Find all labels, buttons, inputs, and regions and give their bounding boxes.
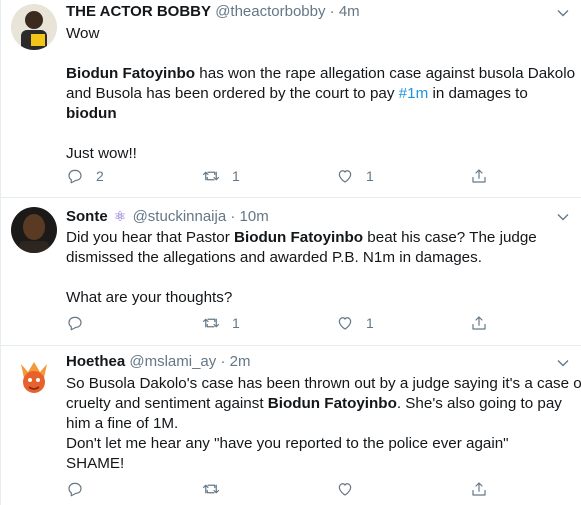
- reply-count: 2: [96, 168, 104, 184]
- bold-text: biodun: [66, 105, 117, 122]
- reply-button[interactable]: [66, 479, 96, 499]
- display-name[interactable]: Hoethea: [66, 353, 125, 370]
- avatar[interactable]: [11, 4, 57, 50]
- tweet[interactable]: THE ACTOR BOBBY @theactorbobby · 4m Wow …: [1, 0, 581, 198]
- tweet-line: [66, 124, 572, 144]
- timestamp[interactable]: 10m: [240, 208, 269, 225]
- share-icon: [472, 482, 486, 496]
- text-segment: . She's also going to pay: [396, 395, 562, 412]
- text-segment: in damages to: [428, 85, 528, 102]
- like-count: 1: [366, 168, 374, 184]
- retweet-button[interactable]: 1: [202, 313, 240, 333]
- tweet-actions: 2 1 1: [66, 166, 526, 186]
- reply-icon: [68, 482, 82, 497]
- text-segment: Did you hear that Pastor: [66, 229, 234, 246]
- separator: ·: [230, 208, 236, 225]
- bold-text: Biodun Fatoyinbo: [267, 395, 397, 412]
- tweet-line: [66, 268, 572, 288]
- tweet-line: biodun: [66, 104, 572, 124]
- display-name[interactable]: THE ACTOR BOBBY: [66, 3, 211, 20]
- tweet-text: Did you hear that Pastor Biodun Fatoyinb…: [66, 228, 572, 308]
- retweet-icon: [202, 318, 220, 328]
- share-button[interactable]: [470, 313, 488, 333]
- retweet-button[interactable]: 1: [202, 166, 240, 186]
- reply-icon: [68, 316, 82, 331]
- timestamp[interactable]: 4m: [339, 3, 360, 20]
- tweet-line: So Busola Dakolo's case has been thrown …: [66, 374, 581, 394]
- tweet-line: him a fine of 1M.: [66, 414, 572, 434]
- tweet-header: Sonte ⚛ @stuckinnaija · 10m: [66, 206, 546, 226]
- timeline: THE ACTOR BOBBY @theactorbobby · 4m Wow …: [0, 0, 581, 505]
- bold-text: Biodun Fatoyinbo: [234, 229, 364, 246]
- retweet-button[interactable]: [202, 479, 232, 499]
- separator: ·: [220, 353, 226, 370]
- tweet-line: cruelty and sentiment against Biodun Fat…: [66, 394, 572, 414]
- like-button[interactable]: 1: [336, 166, 374, 186]
- hashtag-link[interactable]: #1m: [399, 85, 429, 102]
- tweet-line: and Busola has been ordered by the court…: [66, 84, 572, 104]
- tweet-line: dismissed the allegations and awarded P.…: [66, 248, 572, 268]
- text-segment: has won the rape allegation case against…: [195, 65, 576, 82]
- bold-text: Biodun Fatoyinbo: [66, 65, 196, 82]
- display-name[interactable]: Sonte: [66, 208, 108, 225]
- tweet-actions: [66, 479, 526, 499]
- tweet-header: THE ACTOR BOBBY @theactorbobby · 4m: [66, 2, 546, 22]
- handle[interactable]: @stuckinnaija: [133, 208, 227, 225]
- tweet-line: Don't let me hear any "have you reported…: [66, 434, 572, 454]
- tweet-actions: 1 1: [66, 313, 526, 333]
- chevron-down-icon[interactable]: [556, 210, 570, 224]
- tweet-line: Biodun Fatoyinbo has won the rape allega…: [66, 64, 576, 84]
- text-segment: Wow: [66, 25, 100, 42]
- avatar[interactable]: [11, 354, 57, 400]
- text-segment: So Busola Dakolo's case has been thrown …: [66, 375, 581, 392]
- tweet-line: SHAME!: [66, 454, 572, 474]
- text-segment: cruelty and sentiment against: [66, 395, 268, 412]
- heart-icon: [338, 483, 352, 496]
- text-segment: Just wow!!: [66, 145, 137, 162]
- handle[interactable]: @theactorbobby: [215, 3, 325, 20]
- retweet-count: 1: [232, 168, 240, 184]
- tweet[interactable]: Hoethea @mslami_ay · 2m So Busola Dakolo…: [1, 346, 581, 505]
- tweet-text: So Busola Dakolo's case has been thrown …: [66, 374, 581, 474]
- heart-icon: [338, 317, 352, 330]
- tweet-line: Just wow!!: [66, 144, 572, 164]
- share-button[interactable]: [470, 166, 488, 186]
- tweet-line: What are your thoughts?: [66, 288, 572, 308]
- like-button[interactable]: [336, 479, 366, 499]
- separator: ·: [329, 3, 335, 20]
- share-icon: [472, 316, 486, 330]
- like-count: 1: [366, 315, 374, 331]
- reply-icon: [68, 169, 82, 184]
- timestamp[interactable]: 2m: [230, 353, 251, 370]
- tweet-line: Wow: [66, 24, 572, 44]
- text-segment: dismissed the allegations and awarded P.…: [66, 249, 482, 266]
- text-segment: SHAME!: [66, 455, 125, 472]
- retweet-icon: [202, 171, 220, 181]
- chevron-down-icon[interactable]: [556, 356, 570, 370]
- share-icon: [472, 169, 486, 183]
- heart-icon: [338, 170, 352, 183]
- tweet[interactable]: Sonte ⚛ @stuckinnaija · 10m Did you hear…: [1, 198, 581, 346]
- text-segment: and Busola has been ordered by the court…: [66, 85, 399, 102]
- chevron-down-icon[interactable]: [556, 6, 570, 20]
- tweet-line: [66, 44, 572, 64]
- retweet-count: 1: [232, 315, 240, 331]
- reply-button[interactable]: 2: [66, 166, 104, 186]
- avatar[interactable]: [11, 207, 57, 253]
- tweet-line: Did you hear that Pastor Biodun Fatoyinb…: [66, 228, 572, 248]
- tweet-text: Wow Biodun Fatoyinbo has won the rape al…: [66, 24, 576, 164]
- text-segment: him a fine of 1M.: [66, 415, 179, 432]
- text-segment: Don't let me hear any "have you reported…: [66, 435, 509, 452]
- retweet-icon: [202, 484, 220, 494]
- share-button[interactable]: [470, 479, 488, 499]
- text-segment: What are your thoughts?: [66, 289, 233, 306]
- tweet-header: Hoethea @mslami_ay · 2m: [66, 352, 546, 372]
- like-button[interactable]: 1: [336, 313, 374, 333]
- atom-icon: ⚛: [113, 208, 127, 224]
- text-segment: beat his case? The judge: [363, 229, 537, 246]
- reply-button[interactable]: [66, 313, 96, 333]
- handle[interactable]: @mslami_ay: [129, 353, 216, 370]
